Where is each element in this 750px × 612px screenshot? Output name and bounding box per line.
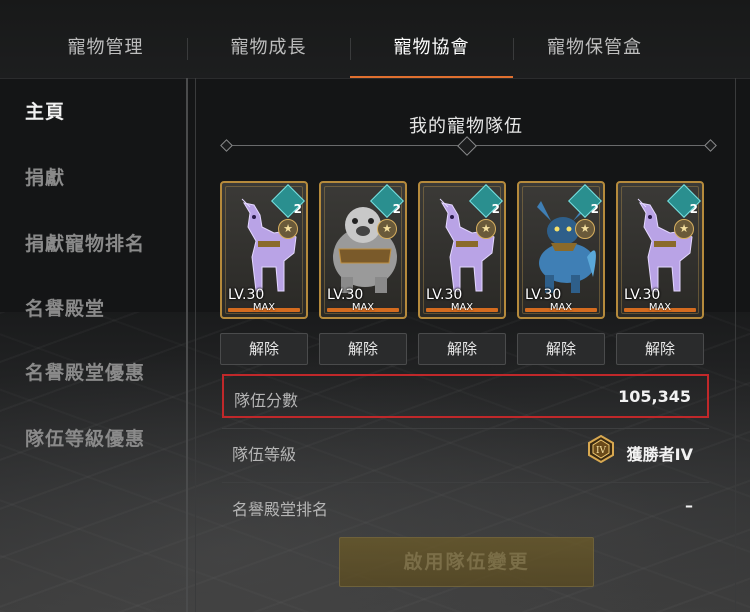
team-title: 我的寵物隊伍 xyxy=(409,116,523,137)
release-pet-button[interactable]: 解除 xyxy=(220,333,308,365)
pet-level: LV.30 xyxy=(228,287,265,303)
release-pet-button[interactable]: 解除 xyxy=(319,333,407,365)
team-level-value: 獲勝者IV xyxy=(626,445,693,464)
tab-bar: 寵物管理 寵物成長 寵物協會 寵物保管盒 xyxy=(0,0,750,79)
pet-max-label: MAX xyxy=(648,302,672,313)
pet-level: LV.30 xyxy=(327,287,364,303)
pet-card[interactable]: 2 ★ LV.30 MAX xyxy=(319,181,407,319)
sidebar-item-donate[interactable]: 捐獻 xyxy=(25,163,65,190)
panel-left-border xyxy=(195,78,196,612)
release-pet-button[interactable]: 解除 xyxy=(616,333,704,365)
star-icon: ★ xyxy=(674,219,694,239)
pet-card[interactable]: 2 ★ LV.30 MAX xyxy=(418,181,506,319)
pet-grade-number: 2 xyxy=(392,202,401,216)
pet-level: LV.30 xyxy=(525,287,562,303)
sidebar-item-donation-ranking[interactable]: 捐獻寵物排名 xyxy=(25,229,145,256)
team-score-row: 隊伍分數 105,345 xyxy=(222,374,709,418)
hall-of-fame-rank-row: 名譽殿堂排名 – xyxy=(222,485,709,529)
tab-pet-management[interactable]: 寵物管理 xyxy=(24,22,187,78)
panel-right-border xyxy=(735,78,736,612)
row-divider xyxy=(222,482,709,483)
pet-card[interactable]: 2 ★ LV.30 MAX xyxy=(517,181,605,319)
pet-grade-number: 2 xyxy=(689,202,698,216)
sidebar-item-hall-of-fame[interactable]: 名譽殿堂 xyxy=(25,294,105,321)
pet-level: LV.30 xyxy=(624,287,661,303)
team-level-row: 隊伍等級 IV 獲勝者IV xyxy=(222,430,709,474)
star-icon: ★ xyxy=(476,219,496,239)
pet-max-label: MAX xyxy=(450,302,474,313)
sidebar-item-team-level-benefits[interactable]: 隊伍等級優惠 xyxy=(25,424,145,451)
tab-pet-growth[interactable]: 寵物成長 xyxy=(187,22,350,78)
tab-pet-association[interactable]: 寵物協會 xyxy=(350,22,513,78)
hall-of-fame-rank-label: 名譽殿堂排名 xyxy=(232,500,329,519)
pet-grade-number: 2 xyxy=(491,202,500,216)
pet-card[interactable]: 2 ★ LV.30 MAX xyxy=(220,181,308,319)
star-icon: ★ xyxy=(575,219,595,239)
svg-text:IV: IV xyxy=(596,446,607,456)
pet-max-label: MAX xyxy=(549,302,573,313)
rank-emblem-icon: IV xyxy=(588,435,614,463)
pet-card[interactable]: 2 ★ LV.30 MAX xyxy=(616,181,704,319)
tab-pet-storage[interactable]: 寵物保管盒 xyxy=(513,22,676,78)
apply-team-changes-button[interactable]: 啟用隊伍變更 xyxy=(339,537,594,587)
pet-grade-number: 2 xyxy=(590,202,599,216)
release-pet-button[interactable]: 解除 xyxy=(517,333,605,365)
title-ornament xyxy=(220,136,717,156)
star-icon: ★ xyxy=(278,219,298,239)
pet-max-label: MAX xyxy=(351,302,375,313)
star-icon: ★ xyxy=(377,219,397,239)
team-level-label: 隊伍等級 xyxy=(232,445,297,464)
pet-max-label: MAX xyxy=(252,302,276,313)
release-pet-button[interactable]: 解除 xyxy=(418,333,506,365)
sidebar-item-home[interactable]: 主頁 xyxy=(25,97,65,124)
sidebar-divider xyxy=(186,78,188,612)
team-score-label: 隊伍分數 xyxy=(234,391,299,410)
team-score-value: 105,345 xyxy=(618,387,691,406)
hall-of-fame-rank-value: – xyxy=(685,496,693,515)
pet-grade-number: 2 xyxy=(293,202,302,216)
sidebar-item-hall-of-fame-benefits[interactable]: 名譽殿堂優惠 xyxy=(25,358,145,385)
pet-level: LV.30 xyxy=(426,287,463,303)
row-divider xyxy=(222,428,709,429)
